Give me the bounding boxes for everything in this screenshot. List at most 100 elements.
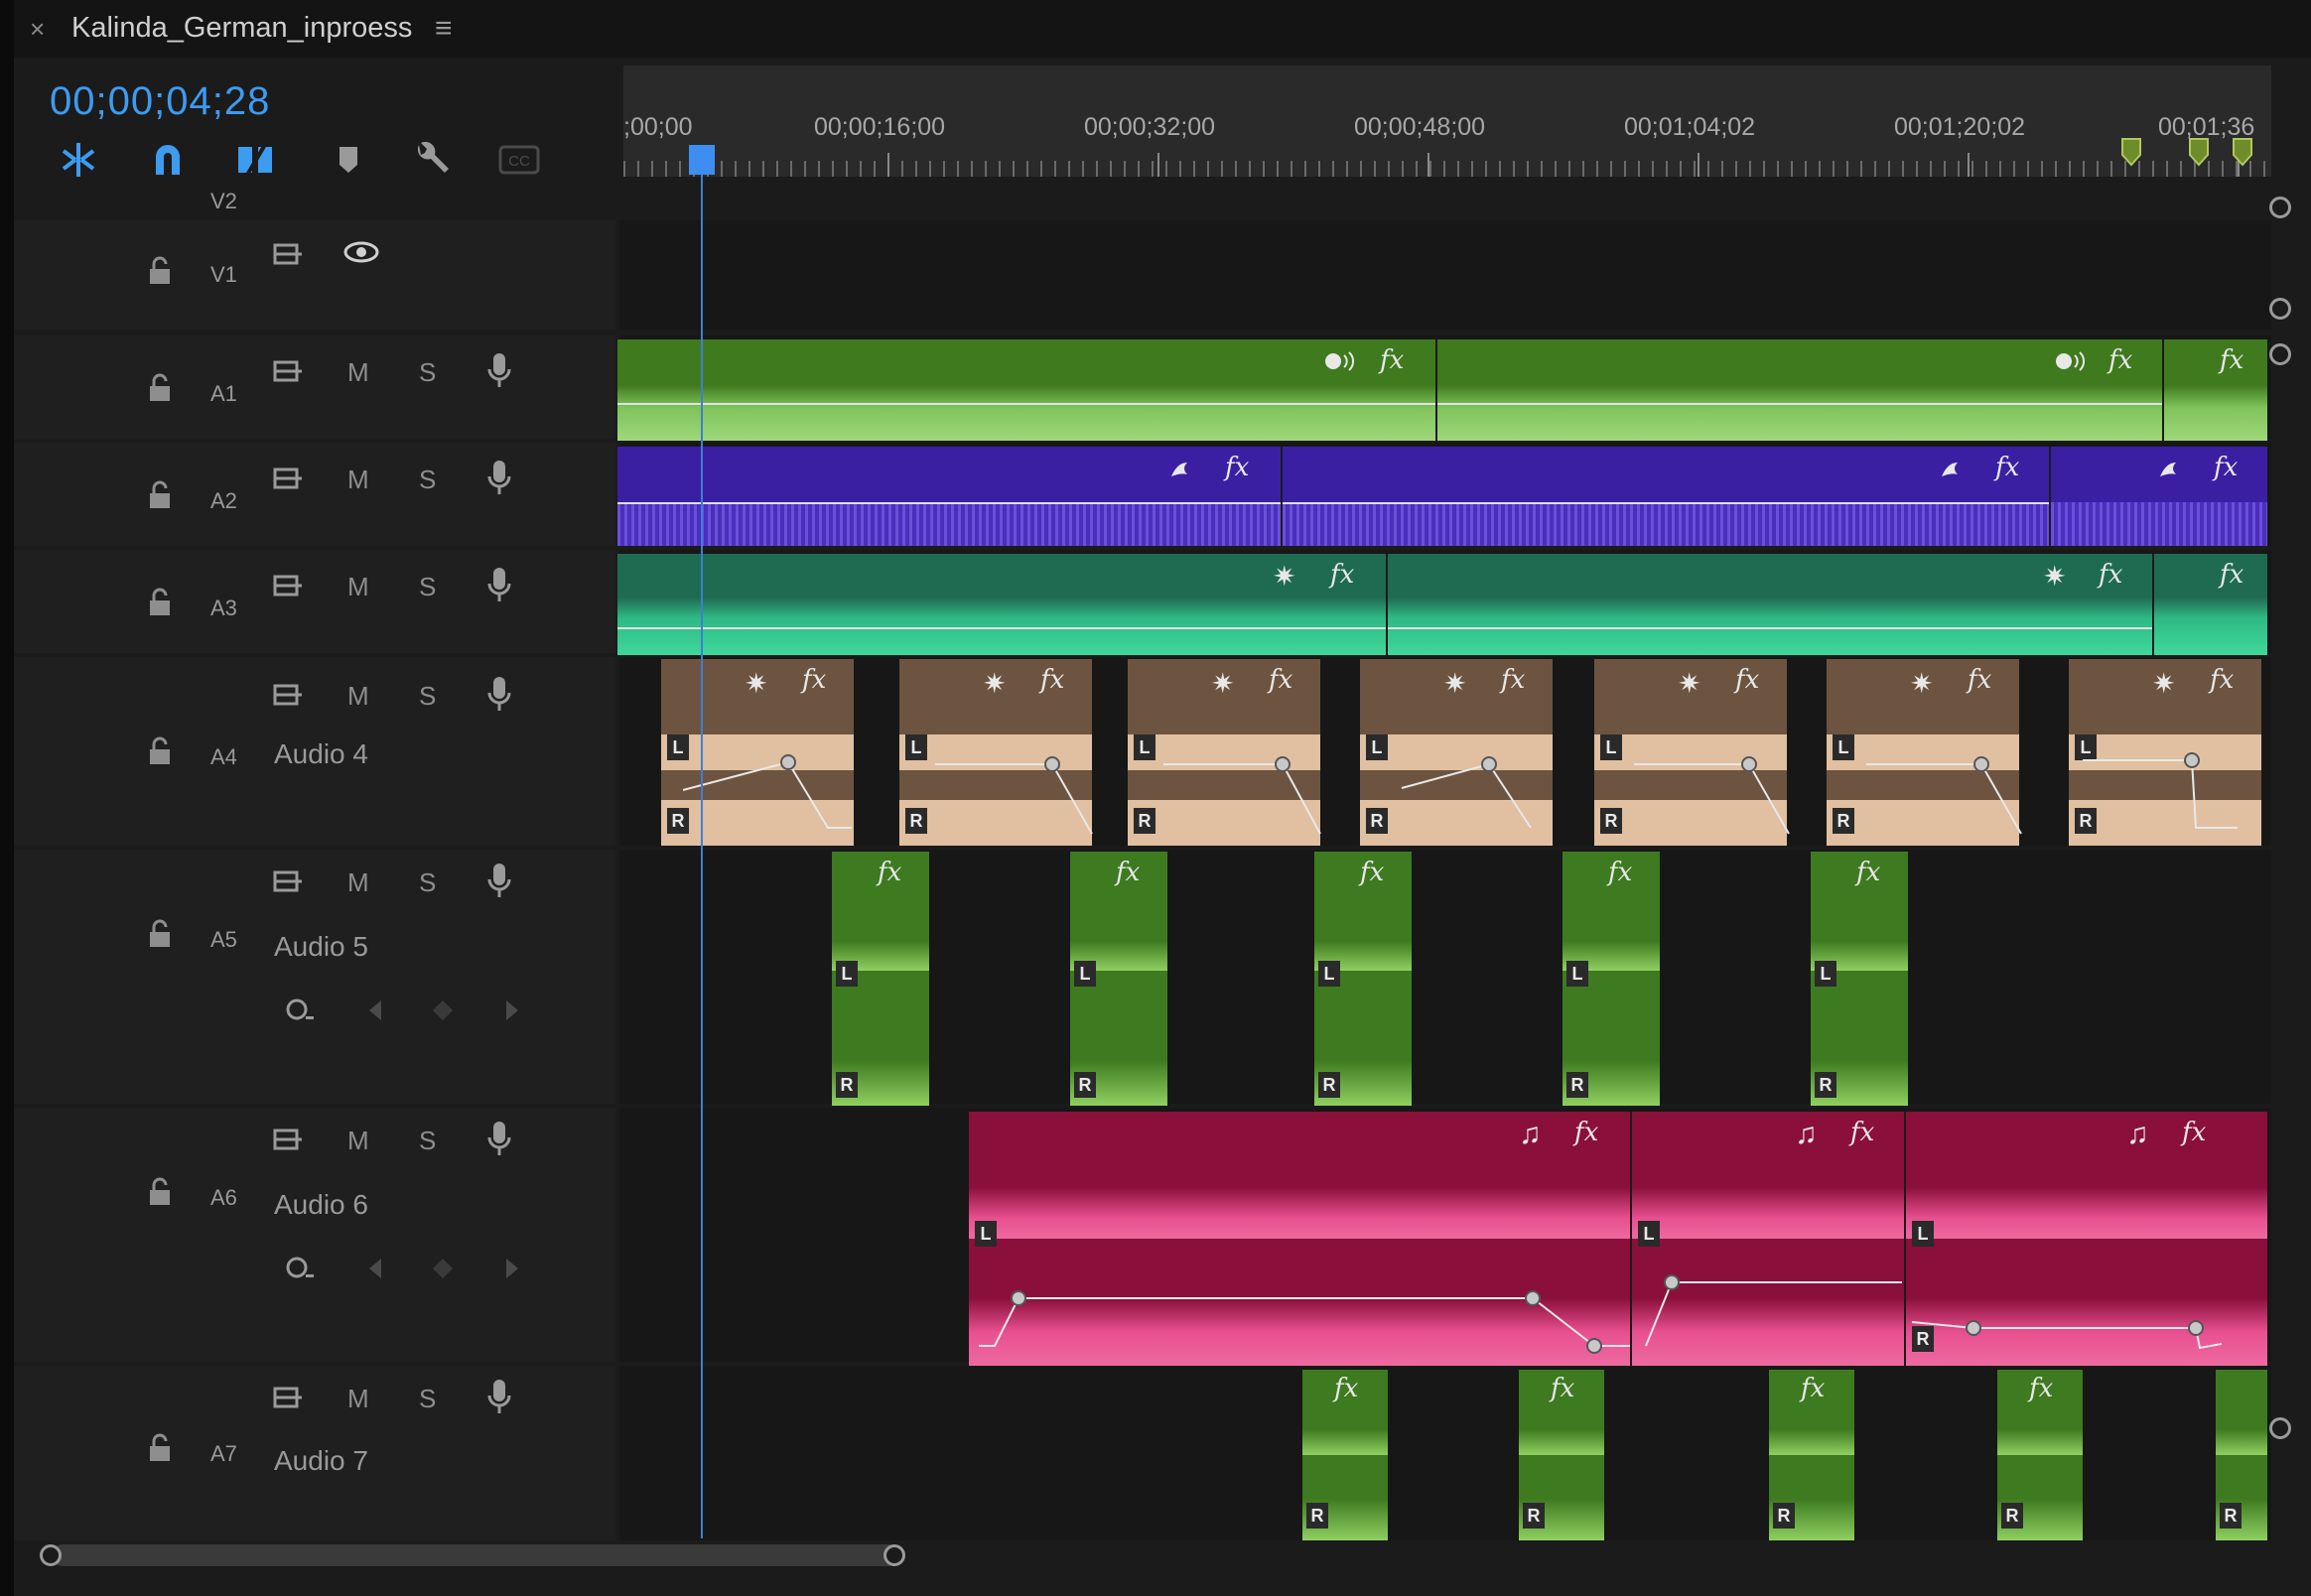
microphone-icon[interactable]: [486, 1120, 512, 1157]
snap-icon[interactable]: [145, 137, 191, 183]
marker-icon[interactable]: [2120, 137, 2142, 167]
fx-badge[interactable]: fx: [1856, 858, 1880, 887]
previous-keyframe-icon[interactable]: [365, 1257, 385, 1280]
fx-badge[interactable]: fx: [1551, 1374, 1574, 1403]
track-area-v2[interactable]: [619, 185, 2271, 216]
vertical-scroll-handle[interactable]: [2269, 1417, 2291, 1439]
lock-icon[interactable]: [147, 1433, 173, 1463]
next-keyframe-icon[interactable]: [502, 1257, 522, 1280]
fx-badge[interactable]: fx: [1360, 858, 1384, 887]
audio-clip[interactable]: fx R: [1997, 1370, 2083, 1540]
sync-lock-icon[interactable]: [272, 465, 306, 492]
solo-button[interactable]: S: [419, 867, 436, 898]
add-keyframe-icon[interactable]: [431, 998, 455, 1022]
vertical-scroll-handle[interactable]: [2269, 197, 2291, 218]
eye-icon[interactable]: [341, 238, 381, 266]
fx-badge[interactable]: fx: [2029, 1374, 2053, 1403]
track-name[interactable]: Audio 6: [274, 1189, 368, 1221]
lock-icon[interactable]: [147, 480, 173, 510]
vertical-scroll-handle[interactable]: [2269, 343, 2291, 365]
fx-badge[interactable]: fx: [1116, 858, 1140, 887]
audio-clip[interactable]: ✷ fx: [617, 554, 1386, 655]
microphone-icon[interactable]: [486, 1378, 512, 1415]
fx-badge[interactable]: fx: [2220, 345, 2243, 375]
lock-icon[interactable]: [147, 256, 173, 286]
playhead-timecode[interactable]: 00;00;04;28: [50, 79, 270, 124]
mute-button[interactable]: M: [347, 681, 369, 712]
scroll-end-handle[interactable]: [884, 1544, 905, 1566]
audio-clip[interactable]: fx: [1281, 447, 2049, 546]
lock-icon[interactable]: [147, 588, 173, 617]
fx-badge[interactable]: fx: [1608, 858, 1632, 887]
track-name[interactable]: Audio 4: [274, 738, 368, 770]
audio-clip[interactable]: fx: [2152, 554, 2267, 655]
sync-lock-icon[interactable]: [272, 867, 306, 895]
mute-button[interactable]: M: [347, 357, 369, 388]
microphone-icon[interactable]: [486, 566, 512, 603]
track-area-v1[interactable]: [619, 220, 2271, 330]
sequence-tab-title[interactable]: Kalinda_German_inproess: [71, 12, 412, 45]
time-ruler[interactable]: ;00;00 00;00;16;00 00;00;32;00 00;00;48;…: [623, 66, 2271, 177]
track-name[interactable]: Audio 7: [274, 1445, 368, 1477]
mute-button[interactable]: M: [347, 867, 369, 898]
solo-button[interactable]: S: [419, 1384, 436, 1414]
lock-icon[interactable]: [147, 1177, 173, 1207]
fx-badge[interactable]: fx: [1380, 345, 1404, 375]
audio-clip[interactable]: fx: [617, 339, 1435, 441]
audio-clip[interactable]: fx L R: [832, 852, 929, 1106]
audio-clip[interactable]: fx L R: [1811, 852, 1908, 1106]
sync-lock-icon[interactable]: [272, 681, 306, 709]
vertical-scroll-handle[interactable]: [2269, 298, 2291, 320]
microphone-icon[interactable]: [486, 675, 512, 713]
lock-icon[interactable]: [147, 736, 173, 766]
audio-clip[interactable]: fx L R: [1563, 852, 1660, 1106]
captions-icon[interactable]: CC: [496, 137, 542, 183]
fx-badge[interactable]: fx: [1995, 453, 2019, 482]
audio-clip[interactable]: fx: [2162, 339, 2267, 441]
audio-clip[interactable]: fx L R: [1070, 852, 1167, 1106]
fx-badge[interactable]: fx: [2214, 453, 2238, 482]
volume-envelope[interactable]: [617, 659, 2269, 846]
audio-clip[interactable]: fx: [617, 447, 1281, 546]
solo-button[interactable]: S: [419, 465, 436, 495]
audio-clip[interactable]: fx R: [1302, 1370, 1388, 1540]
sync-lock-icon[interactable]: [272, 572, 306, 599]
next-keyframe-icon[interactable]: [502, 998, 522, 1022]
insert-tool-icon[interactable]: [56, 137, 101, 183]
audio-clip[interactable]: fx R: [1769, 1370, 1854, 1540]
linked-selection-icon[interactable]: [232, 137, 278, 183]
mute-button[interactable]: M: [347, 465, 369, 495]
fx-badge[interactable]: fx: [2108, 345, 2132, 375]
fx-badge[interactable]: fx: [2099, 560, 2122, 590]
panel-menu-icon[interactable]: ≡: [435, 12, 453, 46]
add-keyframe-icon[interactable]: [431, 1257, 455, 1280]
fx-badge[interactable]: fx: [1334, 1374, 1358, 1403]
sync-lock-icon[interactable]: [272, 357, 306, 385]
sync-lock-icon[interactable]: [272, 1126, 306, 1153]
microphone-icon[interactable]: [486, 459, 512, 496]
audio-clip[interactable]: R: [2216, 1370, 2267, 1540]
fx-badge[interactable]: fx: [878, 858, 901, 887]
playhead-line[interactable]: [701, 149, 703, 1538]
marker-icon[interactable]: [2188, 137, 2210, 167]
track-name[interactable]: Audio 5: [274, 931, 368, 963]
solo-button[interactable]: S: [419, 1126, 436, 1156]
sync-lock-icon[interactable]: [272, 1384, 306, 1411]
microphone-icon[interactable]: [486, 862, 512, 899]
microphone-icon[interactable]: [486, 351, 512, 389]
scroll-start-handle[interactable]: [40, 1544, 62, 1566]
keyframe-toggle-icon[interactable]: [284, 1253, 318, 1282]
audio-clip[interactable]: fx: [2049, 447, 2267, 546]
fx-badge[interactable]: fx: [1330, 560, 1354, 590]
fx-badge[interactable]: fx: [1225, 453, 1249, 482]
audio-clip[interactable]: ✷ fx: [1386, 554, 2152, 655]
add-marker-icon[interactable]: [326, 137, 371, 183]
volume-envelope[interactable]: [969, 1112, 2267, 1366]
close-tab-icon[interactable]: ×: [30, 14, 45, 45]
audio-clip[interactable]: fx R: [1519, 1370, 1604, 1540]
lock-icon[interactable]: [147, 919, 173, 949]
audio-clip[interactable]: fx L R: [1314, 852, 1412, 1106]
playhead-handle[interactable]: [689, 145, 715, 175]
audio-clip[interactable]: fx: [1435, 339, 2162, 441]
sync-lock-icon[interactable]: [272, 240, 306, 268]
